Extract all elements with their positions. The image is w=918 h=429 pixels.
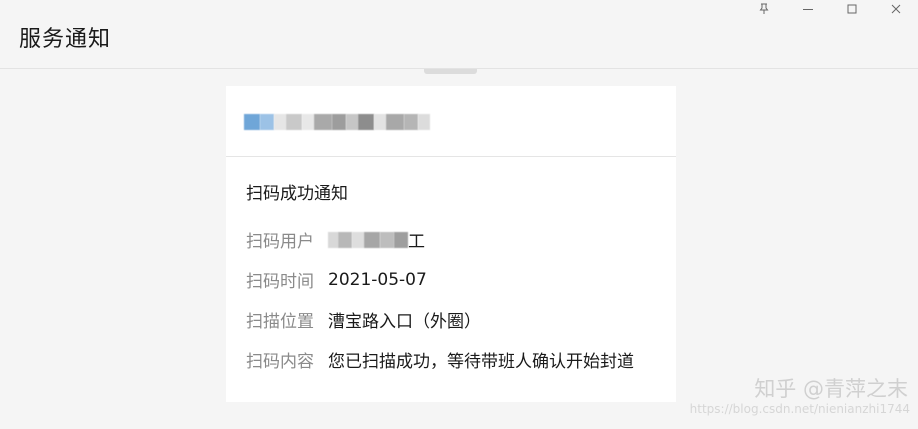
card-title: 扫码成功通知 bbox=[246, 184, 348, 204]
watermark-text: 知乎 @青萍之末 bbox=[754, 377, 908, 401]
blurred-sender-name bbox=[244, 100, 441, 144]
watermark-url: https://blog.csdn.net/nienianzhi1744 bbox=[689, 402, 910, 416]
blurred-user-name bbox=[328, 229, 408, 251]
field-label: 扫描位置 bbox=[246, 312, 314, 332]
close-icon bbox=[890, 3, 902, 15]
window-title: 服务通知 bbox=[19, 27, 112, 52]
service-notification-window: 服务通知 扫码成功通知 扫码用户 工 扫码时间 2021-05-07 扫描位置 … bbox=[0, 0, 918, 429]
maximize-button[interactable] bbox=[830, 0, 874, 18]
field-label: 扫码时间 bbox=[246, 272, 314, 292]
field-value: 工 bbox=[408, 232, 425, 252]
field-label: 扫码内容 bbox=[246, 352, 314, 372]
pin-icon bbox=[758, 3, 770, 15]
field-value: 您已扫描成功，等待带班人确认开始封道 bbox=[328, 352, 634, 372]
title-bar: 服务通知 bbox=[0, 0, 918, 69]
minimize-icon bbox=[802, 3, 814, 15]
scroll-handle[interactable] bbox=[424, 69, 477, 74]
field-value: 2021-05-07 bbox=[328, 269, 427, 290]
maximize-icon bbox=[846, 3, 858, 15]
field-scan-content: 扫码内容 您已扫描成功，等待带班人确认开始封道 bbox=[246, 347, 634, 372]
close-button[interactable] bbox=[874, 0, 918, 18]
window-controls bbox=[742, 0, 918, 18]
field-scan-time: 扫码时间 2021-05-07 bbox=[246, 267, 427, 293]
field-scan-user: 扫码用户 工 bbox=[246, 227, 425, 252]
field-label: 扫码用户 bbox=[246, 232, 314, 252]
notification-card: 扫码成功通知 扫码用户 工 扫码时间 2021-05-07 扫描位置 漕宝路入口… bbox=[226, 86, 676, 402]
field-value: 漕宝路入口（外圈） bbox=[328, 312, 481, 332]
card-header[interactable] bbox=[226, 86, 676, 157]
field-scan-location: 扫描位置 漕宝路入口（外圈） bbox=[246, 307, 481, 332]
pin-button[interactable] bbox=[742, 0, 786, 18]
minimize-button[interactable] bbox=[786, 0, 830, 18]
